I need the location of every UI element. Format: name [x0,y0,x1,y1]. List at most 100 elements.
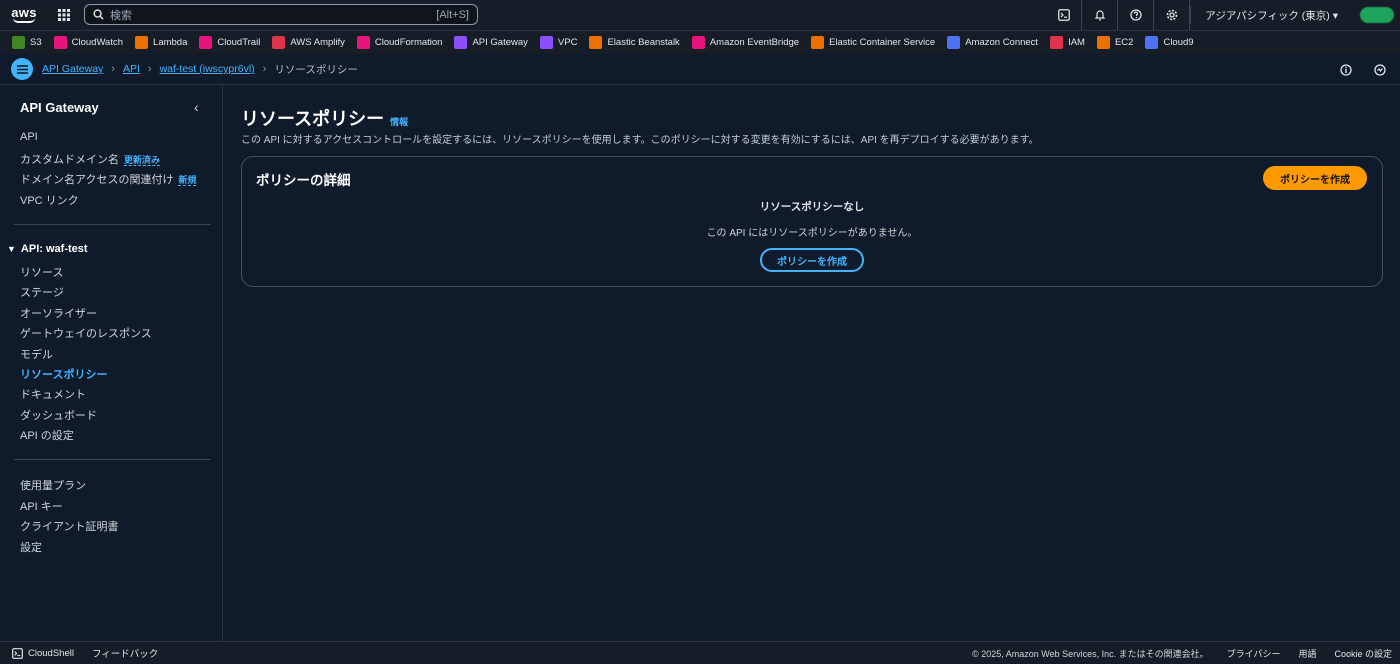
favorite-item[interactable]: CloudWatch [53,36,123,49]
sidebar-item-label: ゲートウェイのレスポンス [20,328,152,340]
favorite-label: API Gateway [472,37,528,48]
aws-logo-smile [13,18,35,23]
sidebar-item-gateway-responses[interactable]: ゲートウェイのレスポンス [20,325,152,341]
favorite-label: CloudFormation [374,37,443,48]
gear-icon [1166,9,1178,21]
sidebar-item-api[interactable]: API [20,131,38,143]
favorite-item[interactable]: Amazon EventBridge [691,36,799,49]
favorite-item[interactable]: Elastic Beanstalk [589,36,680,49]
caret-down-icon: ▼ [7,244,16,254]
empty-state-create-policy-button[interactable]: ポリシーを作成 [760,248,864,272]
sidebar-item-usage-plans[interactable]: 使用量プラン [20,477,86,493]
breadcrumb-api-gateway[interactable]: API Gateway [42,63,103,75]
privacy-link[interactable]: プライバシー [1227,647,1281,660]
favorite-item[interactable]: Amazon Connect [947,36,1038,49]
sidebar-item-label: モデル [20,349,53,361]
navigation-menu-button[interactable] [11,58,33,80]
sidebar-item-api-keys[interactable]: API キー [20,498,63,514]
sidebar-section-api[interactable]: ▼ API: waf-test [7,243,88,255]
sidebar-item-custom-domains[interactable]: カスタムドメイン名 更新済み [20,151,161,167]
sidebar-item-label: API [20,131,38,143]
chevron-right-icon: › [262,63,267,75]
help-button[interactable] [1118,0,1155,30]
feedback-link[interactable]: フィードバック [92,646,158,660]
side-navigation: API Gateway ‹ API カスタムドメイン名 更新済み ドメイン名アクセ… [0,85,223,641]
service-icon [53,36,67,49]
favorite-item[interactable]: IAM [1050,36,1085,49]
cloudshell-label: CloudShell [28,647,74,659]
favorite-item[interactable]: Lambda [135,36,187,49]
policy-details-panel: ポリシーの詳細 ポリシーを作成 リソースポリシーなし この API にはリソース… [241,156,1383,287]
info-panel-button[interactable] [1340,63,1352,76]
favorite-item[interactable]: CloudTrail [199,36,260,49]
account-menu[interactable] [1360,7,1394,23]
service-icon [1145,36,1159,49]
favorite-item[interactable]: AWS Amplify [272,36,345,49]
favorite-item[interactable]: EC2 [1096,36,1133,49]
sidebar-item-label: ステージ [20,287,64,299]
sidebar-item-models[interactable]: モデル [20,346,53,362]
info-link[interactable]: 情報 [390,115,408,128]
breadcrumb-api-name[interactable]: waf-test (iwscypr6vl) [160,63,255,75]
terms-link[interactable]: 用語 [1298,647,1316,660]
create-policy-button[interactable]: ポリシーを作成 [1263,166,1367,190]
sidebar-section-label: API: waf-test [20,243,88,255]
favorite-label: Lambda [153,37,188,48]
service-icon [454,36,468,49]
sidebar-item-label: API キー [20,501,63,513]
favorite-item[interactable]: S3 [12,36,42,49]
footer: CloudShell フィードバック © 2025, Amazon Web Se… [0,641,1400,664]
services-menu-button[interactable] [48,0,80,30]
footer-left: CloudShell フィードバック [0,646,158,660]
page-header: リソースポリシー 情報 [241,105,408,131]
empty-state-description: この API にはリソースポリシーがありません。 [706,228,918,239]
sidebar-item-label: ドキュメント [20,389,86,401]
service-icon [199,36,213,49]
sidebar-item-authorizers[interactable]: オーソライザー [20,305,97,321]
updated-badge: 更新済み [124,155,161,166]
sidebar-item-dashboard[interactable]: ダッシュボード [20,407,97,423]
copyright-text: © 2025, Amazon Web Services, Inc. またはその関… [972,649,1209,659]
cloudshell-button[interactable] [1046,0,1083,30]
search-input[interactable]: 検索 [Alt+S] [84,4,478,25]
sidebar-item-label: クライアント証明書 [20,521,119,533]
favorite-label: Elastic Beanstalk [607,37,680,48]
aws-logo[interactable]: aws [0,0,48,30]
cookie-settings-link[interactable]: Cookie の設定 [1334,647,1392,660]
terminal-icon [1057,9,1070,21]
sidebar-item-label: リソース [20,267,64,279]
favorite-item[interactable]: Elastic Container Service [811,36,935,49]
sidebar-item-vpc-links[interactable]: VPC リンク [20,192,79,208]
favorite-item[interactable]: Cloud9 [1145,36,1194,49]
sidebar-item-stages[interactable]: ステージ [20,284,64,300]
breadcrumb-api[interactable]: API [123,63,140,75]
region-selector[interactable]: アジアパシフィック (東京) ▾ [1190,6,1352,24]
sidebar-title[interactable]: API Gateway [20,100,99,115]
notifications-button[interactable] [1082,0,1119,30]
favorites-bar: S3 CloudWatch Lambda CloudTrail AWS Amplify C… [0,30,1400,54]
sidebar-item-resources[interactable]: リソース [20,264,63,280]
service-icon [539,36,553,49]
favorite-item[interactable]: CloudFormation [356,36,443,49]
sidebar-item-label: ドメイン名アクセスの関連付け [20,174,174,186]
sidebar-item-label: ダッシュボード [20,410,97,422]
top-navigation: aws 検索 [Alt+S] アジアパシフィック (東京) ▾ [0,0,1400,30]
sidebar-item-label: 使用量プラン [20,480,86,492]
collapse-sidebar-icon[interactable]: ‹ [194,99,199,115]
service-icon [947,36,961,49]
page-description: この API に対するアクセスコントロールを設定するには、リソースポリシーを使用… [241,135,1039,146]
sidebar-item-api-settings[interactable]: API の設定 [20,427,74,443]
sidebar-item-client-certificates[interactable]: クライアント証明書 [20,518,119,534]
breadcrumb-right-tools [1318,54,1386,85]
sidebar-item-resource-policy[interactable]: リソースポリシー [20,366,107,382]
sidebar-item-documentation[interactable]: ドキュメント [20,386,86,402]
sidebar-item-label: オーソライザー [20,308,97,320]
favorite-item[interactable]: VPC [539,36,578,49]
status-panel-button[interactable] [1374,63,1386,76]
sidebar-item-settings[interactable]: 設定 [20,539,42,555]
settings-button[interactable] [1154,0,1191,30]
favorite-label: VPC [557,37,578,48]
cloudshell-link[interactable]: CloudShell [12,648,74,659]
sidebar-item-domain-access[interactable]: ドメイン名アクセスの関連付け 新規 [20,171,197,187]
favorite-item[interactable]: API Gateway [454,36,528,49]
